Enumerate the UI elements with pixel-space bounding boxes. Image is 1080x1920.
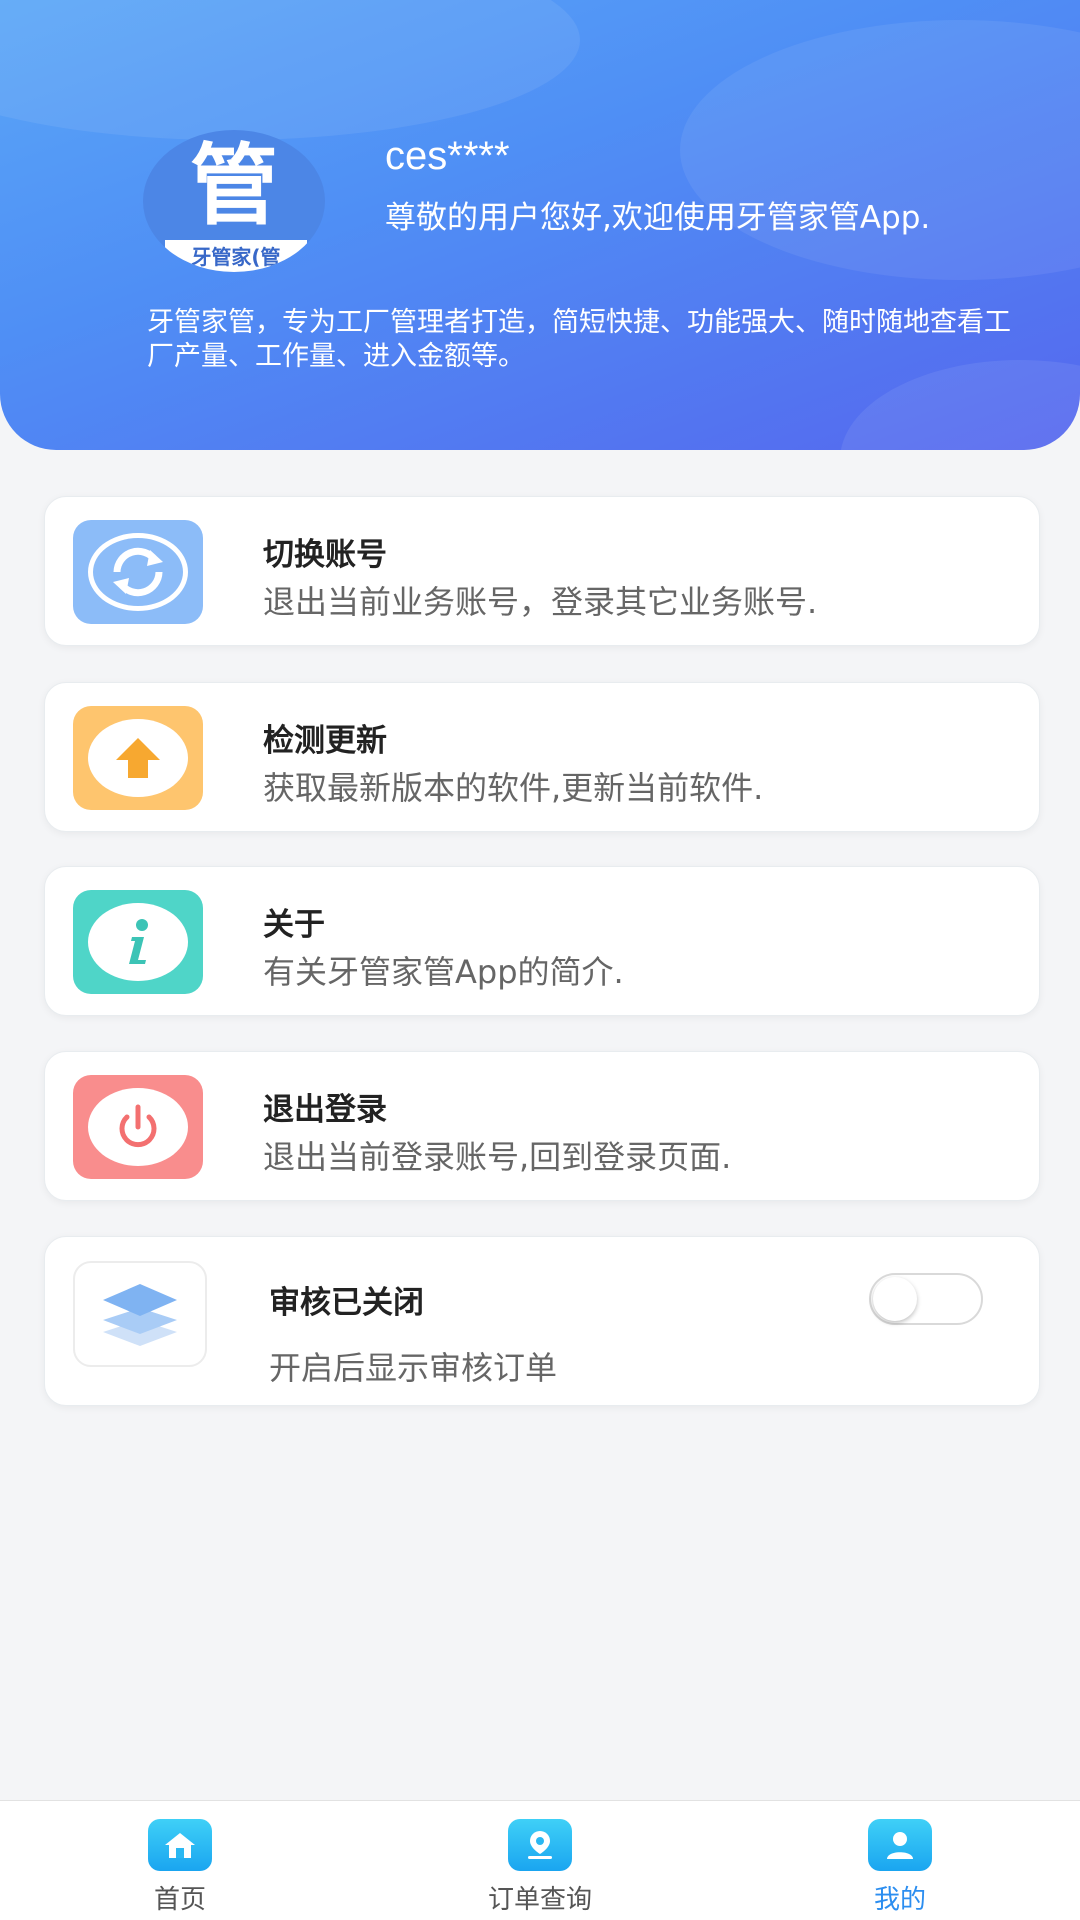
tab-mine[interactable]: 我的 [800, 1801, 1000, 1920]
tab-home[interactable]: 首页 [80, 1801, 280, 1920]
review-title: 审核已关闭 [269, 1285, 424, 1321]
review-toggle[interactable] [869, 1273, 983, 1325]
avatar-logo-banner: 牙管家(管 [165, 240, 307, 272]
about-card[interactable]: 关于 有关牙管家管App的简介. [44, 866, 1040, 1016]
tab-order-search[interactable]: 订单查询 [440, 1801, 640, 1920]
tab-home-label: 首页 [153, 1885, 206, 1915]
refresh-icon [73, 520, 203, 624]
check-update-subtitle: 获取最新版本的软件,更新当前软件. [263, 769, 764, 807]
about-subtitle: 有关牙管家管App的简介. [263, 953, 624, 991]
welcome-message: 尊敬的用户您好,欢迎使用牙管家管App. [385, 200, 931, 236]
review-setting-card: 审核已关闭 开启后显示审核订单 [44, 1236, 1040, 1406]
header-wave-decoration [0, 0, 580, 140]
app-description: 牙管家管，专为工厂管理者打造，简短快捷、功能强大、随时随地查看工厂产量、工作量、… [147, 307, 1011, 372]
about-title: 关于 [263, 907, 325, 943]
power-icon [73, 1075, 203, 1179]
switch-account-subtitle: 退出当前业务账号，登录其它业务账号. [263, 583, 818, 621]
switch-account-card[interactable]: 切换账号 退出当前业务账号，登录其它业务账号. [44, 496, 1040, 646]
order-search-icon [508, 1819, 572, 1871]
check-update-card[interactable]: 检测更新 获取最新版本的软件,更新当前软件. [44, 682, 1040, 832]
user-icon [868, 1819, 932, 1871]
tab-order-search-label: 订单查询 [487, 1885, 592, 1915]
header-wave-decoration [680, 20, 1080, 280]
logout-card[interactable]: 退出登录 退出当前登录账号,回到登录页面. [44, 1051, 1040, 1201]
upload-arrow-icon [73, 706, 203, 810]
layers-icon [73, 1261, 207, 1367]
profile-header: 管 牙管家(管 ces**** 尊敬的用户您好,欢迎使用牙管家管App. 牙管家… [0, 0, 1080, 450]
toggle-knob [873, 1277, 917, 1321]
info-icon [73, 890, 203, 994]
check-update-title: 检测更新 [263, 723, 387, 759]
username: ces**** [385, 134, 510, 178]
tab-mine-label: 我的 [873, 1885, 926, 1915]
bottom-tab-bar: 首页 订单查询 我的 [0, 1800, 1080, 1920]
switch-account-title: 切换账号 [263, 537, 387, 573]
review-subtitle: 开启后显示审核订单 [269, 1349, 558, 1387]
avatar: 管 牙管家(管 [143, 130, 325, 272]
home-icon [148, 1819, 212, 1871]
avatar-logo-glyph: 管 [189, 134, 278, 237]
logout-title: 退出登录 [263, 1092, 387, 1128]
logout-subtitle: 退出当前登录账号,回到登录页面. [263, 1138, 732, 1176]
